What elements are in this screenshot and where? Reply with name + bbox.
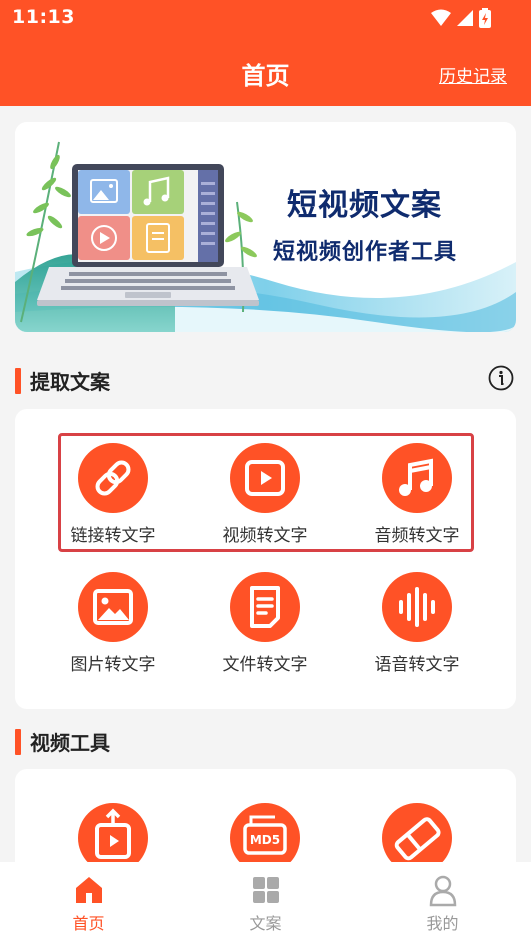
section-accent-bar	[15, 728, 21, 755]
signal-icon	[457, 10, 473, 26]
tool-label: 音频转文字	[374, 526, 460, 546]
extract-tools-card: 链接转文字 视频转文字 音频转文字 图片转文字 文件转文字 语音转文字	[15, 409, 516, 709]
md5-badge-text: MD5	[250, 833, 280, 847]
video-play-icon	[245, 460, 285, 496]
tool-label: 链接转文字	[70, 526, 156, 546]
tool-label: 语音转文字	[374, 655, 460, 675]
tab-profile-label: 我的	[426, 914, 459, 933]
banner-subtitle: 短视频创作者工具	[273, 239, 458, 265]
status-icons	[431, 8, 491, 28]
tool-circle	[382, 572, 452, 642]
battery-icon	[479, 8, 491, 28]
tool-label: 图片转文字	[70, 655, 156, 675]
tool-label: 文件转文字	[222, 655, 308, 675]
wifi-icon	[431, 9, 451, 26]
tab-home-label: 首页	[72, 914, 105, 933]
banner-illustration	[15, 122, 516, 332]
tool-label: 视频转文字	[222, 526, 308, 546]
section-extract-header: 提取文案	[15, 366, 110, 395]
tool-circle	[78, 443, 148, 513]
link-icon	[95, 460, 131, 496]
promo-banner[interactable]: 短视频文案 短视频创作者工具	[15, 122, 516, 332]
tool-link-to-text[interactable]: 链接转文字	[53, 443, 173, 546]
tool-audio-to-text[interactable]: 音频转文字	[357, 443, 477, 546]
status-bar: 11:13	[0, 0, 531, 36]
banner-title: 短视频文案	[287, 188, 442, 223]
history-link[interactable]: 历史记录	[439, 62, 507, 87]
section-video-tools-title: 视频工具	[30, 731, 110, 755]
sound-wave-icon	[399, 587, 435, 627]
music-note-icon	[399, 458, 433, 496]
tool-circle	[78, 572, 148, 642]
image-icon	[93, 589, 133, 625]
tool-image-to-text[interactable]: 图片转文字	[53, 572, 173, 675]
tool-circle	[230, 443, 300, 513]
profile-icon	[429, 875, 456, 907]
document-icon	[250, 586, 280, 628]
tab-profile[interactable]: 我的	[354, 862, 531, 944]
status-time: 11:13	[12, 6, 75, 28]
home-icon	[75, 877, 102, 903]
grid-icon	[252, 877, 279, 903]
tool-file-to-text[interactable]: 文件转文字	[205, 572, 325, 675]
tool-voice-to-text[interactable]: 语音转文字	[357, 572, 477, 675]
section-video-tools-header: 视频工具	[15, 727, 110, 756]
tool-circle	[382, 443, 452, 513]
tab-copywriting-label: 文案	[249, 914, 282, 933]
bottom-tab-bar: 首页 文案 我的	[0, 862, 531, 944]
section-extract-title: 提取文案	[30, 370, 110, 394]
tool-video-to-text[interactable]: 视频转文字	[205, 443, 325, 546]
tab-home[interactable]: 首页	[0, 862, 177, 944]
app-bar: 首页 历史记录	[0, 36, 531, 106]
tool-circle	[230, 572, 300, 642]
info-icon[interactable]	[488, 365, 514, 391]
section-accent-bar	[15, 367, 21, 394]
tab-copywriting[interactable]: 文案	[177, 862, 354, 944]
